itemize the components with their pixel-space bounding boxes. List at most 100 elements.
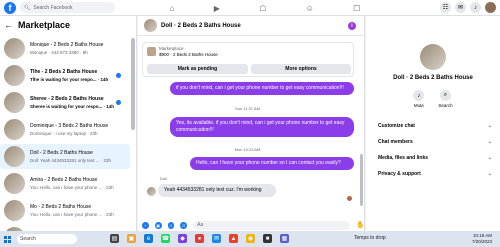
unread-indicator: [116, 73, 121, 78]
back-arrow-icon[interactable]: ←: [4, 20, 13, 30]
conversation-thumbnail: [4, 119, 25, 140]
conversation-item[interactable]: Mo - 2 Beds 2 Baths House You: Hello, can…: [0, 198, 130, 223]
facebook-marketplace-messages: f 🔍︎ Search Facebook ⌂ ▶ ☖ ☺ ☐ ☷ ✉ ♪ ← M…: [0, 0, 500, 247]
conversation-preview: You: Hello, can i have your phone ... · …: [30, 212, 114, 217]
conversation-text: Doll - 2 Beds 2 Baths House Doll: Yeah 44…: [30, 150, 125, 163]
conversation-name: Monique - 2 Beds 2 Baths House: [30, 42, 104, 48]
customize-chat-menu[interactable]: Customize chat ⌄: [378, 120, 492, 132]
info-icon[interactable]: i: [348, 22, 356, 30]
conversation-item[interactable]: Monique - 2 Beds 2 Baths House Monique · …: [0, 36, 130, 61]
app-icon[interactable]: ◆: [178, 234, 187, 243]
menu-label: Customize chat: [378, 123, 415, 129]
search-icon: 🔍︎: [24, 4, 31, 11]
conversation-name: Mo - 2 Beds 2 Baths House: [30, 204, 92, 210]
bell-icon[interactable]: ♪: [470, 2, 481, 13]
weather-widget[interactable]: Temps to drop: [354, 235, 386, 241]
message-outgoing[interactable]: Yes, its available. if you don't mind, c…: [170, 117, 354, 137]
facebook-logo[interactable]: f: [4, 1, 16, 14]
conversation-title: Doll · 2 Beds 2 Baths House: [393, 75, 473, 81]
top-bar: f 🔍︎ Search Facebook ⌂ ▶ ☖ ☺ ☐ ☷ ✉ ♪: [0, 0, 500, 16]
conversation-name: Tlhe - 2 Beds 2 Baths House: [30, 69, 98, 75]
conversation-name: Doll - 2 Beds 2 Baths House: [30, 150, 93, 156]
thumbs-up-icon[interactable]: ✋: [356, 221, 365, 229]
inbox-scrollbar[interactable]: [131, 38, 135, 130]
conversation-name: Dominique - 3 Beds 2 Baths House: [30, 123, 109, 129]
groups-icon[interactable]: ☺: [306, 4, 314, 13]
facebook-search-input[interactable]: 🔍︎ Search Facebook: [20, 2, 115, 13]
taskbar-apps: ▤ ▣ e ☎ ◆ ● ✉ ▲ ◉ ■ ▦: [110, 234, 289, 243]
chat-avatar[interactable]: [144, 19, 157, 32]
profile-avatar[interactable]: [485, 2, 496, 13]
conversation-preview: Sheree is waiting for your respo... · 14…: [30, 104, 115, 109]
windows-taskbar: Search ▤ ▣ e ☎ ◆ ● ✉ ▲ ◉ ■ ▦ Temps to dr…: [0, 231, 500, 247]
conversation-preview: Monique · 443 873 3380 · 9h: [30, 50, 88, 55]
chrome-icon[interactable]: ◉: [246, 234, 255, 243]
chat-members-menu[interactable]: Chat members ⌄: [378, 136, 492, 148]
whatsapp-icon[interactable]: ☎: [161, 234, 170, 243]
search-placeholder: Search Facebook: [33, 4, 73, 11]
message-outgoing[interactable]: Hello, can I have your phone number so I…: [190, 157, 354, 170]
sender-avatar[interactable]: [147, 187, 156, 196]
conversation-item[interactable]: Sheree - 2 Beds 2 Baths House Sheree is w…: [0, 90, 130, 115]
conversation-item[interactable]: Doll - 2 Beds 2 Baths House Doll: Yeah 44…: [0, 144, 130, 169]
app-icon[interactable]: ■: [263, 234, 272, 243]
menu-grid-icon[interactable]: ☷: [440, 2, 451, 13]
chat-scrollbar[interactable]: [360, 154, 363, 206]
conversation-name: Sheree - 2 Beds 2 Baths House: [30, 96, 104, 102]
chat-pane: Doll · 2 Beds 2 Baths House i Marketplac…: [138, 16, 365, 231]
conversation-item[interactable]: Tlhe - 2 Beds 2 Baths House Tlhe is waiti…: [0, 63, 130, 88]
inbox-title: Marketplace: [18, 20, 71, 30]
marketplace-icon[interactable]: ☖: [259, 4, 266, 13]
mark-as-pending-button[interactable]: Mark as pending: [147, 64, 248, 74]
menu-label: Media, files and links: [378, 155, 429, 161]
video-icon[interactable]: ▶: [214, 4, 220, 13]
edge-browser-icon[interactable]: e: [144, 234, 153, 243]
media-files-links-menu[interactable]: Media, files and links ⌄: [378, 152, 492, 164]
camera-icon[interactable]: ▣: [154, 221, 162, 229]
inbox-header: ← Marketplace: [0, 16, 136, 34]
more-options-button[interactable]: More options: [251, 64, 351, 74]
messenger-icon[interactable]: ✉: [455, 2, 466, 13]
clock-date: 7/20/2023: [471, 239, 492, 244]
message-outgoing[interactable]: if you don't mind, can i get your phone …: [170, 82, 354, 95]
unread-indicator: [116, 100, 121, 105]
conversation-text: Dominique - 3 Beds 2 Baths House Dominiqu…: [30, 123, 125, 136]
file-explorer-icon[interactable]: ▣: [127, 234, 136, 243]
app-icon[interactable]: ▦: [280, 234, 289, 243]
marketplace-inbox: ← Marketplace Monique - 2 Beds 2 Baths H…: [0, 16, 137, 231]
message-incoming[interactable]: Yeah 4434533281 only text cuz. I'm worki…: [158, 184, 276, 197]
app-icon[interactable]: ▲: [229, 234, 238, 243]
conversation-name: Amira - 2 Beds 2 Baths House: [30, 177, 98, 183]
search-conversation-button[interactable]: ⌕ Search: [438, 90, 453, 108]
menu-label: Chat members: [378, 139, 413, 145]
conversation-thumbnail: [4, 38, 25, 59]
gif-icon[interactable]: G: [180, 221, 188, 229]
conversation-item[interactable]: Dominique - 3 Beds 2 Baths House Dominiqu…: [0, 117, 130, 142]
search-label: Search: [438, 103, 453, 108]
taskbar-search-input[interactable]: Search: [17, 234, 77, 244]
chat-title[interactable]: Doll · 2 Beds 2 Baths House: [161, 23, 241, 29]
system-clock[interactable]: 10:18 AM 7/20/2023: [472, 233, 492, 245]
conversation-thumbnail: [4, 65, 25, 86]
privacy-support-menu[interactable]: Privacy & support ⌄: [378, 168, 492, 180]
add-plus-icon[interactable]: +: [142, 221, 149, 229]
message-input[interactable]: Aa: [193, 220, 351, 230]
sticker-icon[interactable]: ☺: [167, 221, 175, 229]
gaming-icon[interactable]: ☐: [353, 4, 360, 13]
conversation-info-panel: Doll · 2 Beds 2 Baths House ♪ Mute ⌕ Sea…: [366, 16, 500, 231]
chevron-down-icon: ⌄: [487, 139, 492, 145]
conversation-avatar[interactable]: [420, 44, 446, 70]
mail-icon[interactable]: ✉: [212, 234, 221, 243]
conversation-text: Sheree - 2 Beds 2 Baths House Sheree is w…: [30, 96, 125, 109]
message-composer: + ▣ ☺ G Aa ✋: [138, 219, 365, 231]
task-view-icon[interactable]: ▤: [110, 234, 119, 243]
search-icon: ⌕: [439, 90, 451, 101]
app-icon[interactable]: ●: [195, 234, 204, 243]
listing-thumbnail[interactable]: [147, 47, 156, 56]
conversation-item[interactable]: Amira - 2 Beds 2 Baths House You: Hello, …: [0, 171, 130, 196]
conversation-text: Mo - 2 Beds 2 Baths House You: Hello, can…: [30, 204, 125, 217]
mute-button[interactable]: ♪ Mute: [413, 90, 425, 108]
windows-start-icon[interactable]: [4, 235, 11, 243]
home-icon[interactable]: ⌂: [170, 4, 175, 13]
listing-price[interactable]: $900 · 2 Beds 2 Baths House: [159, 52, 218, 57]
